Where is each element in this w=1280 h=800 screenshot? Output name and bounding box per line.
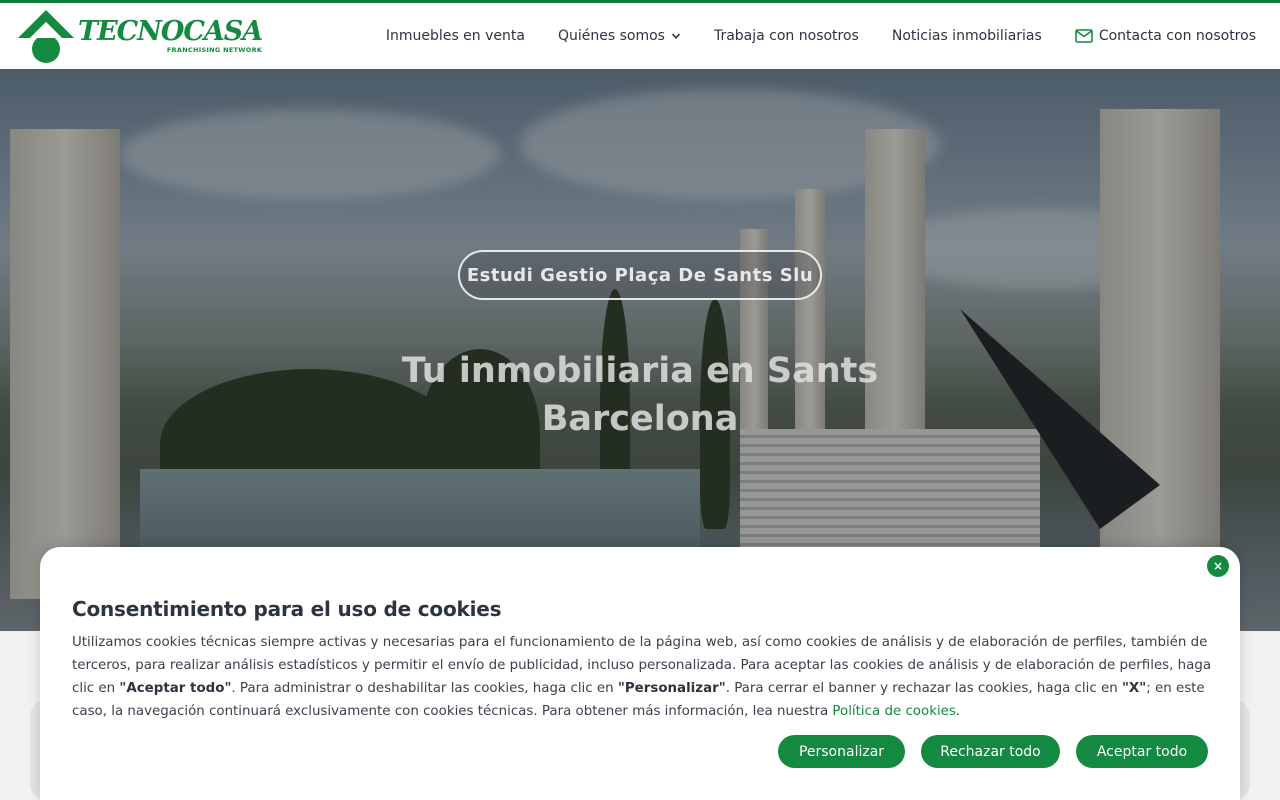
nav-label: Contacta con nosotros <box>1098 28 1256 44</box>
cookie-text: Utilizamos cookies técnicas siempre acti… <box>72 631 1212 723</box>
cookie-accept-quote: "Aceptar todo" <box>119 681 232 696</box>
hero-title-line1: Tu inmobiliaria en Sants <box>401 351 879 391</box>
cookie-text-end: . <box>955 704 961 719</box>
nav-label: Noticias inmobiliarias <box>891 28 1042 44</box>
tecnocasa-logo[interactable]: TECNOCASA FRANCHISING NETWORK <box>16 8 263 64</box>
hero-title: Tu inmobiliaria en Sants Barcelona <box>0 347 1280 443</box>
hero-title-line2: Barcelona <box>541 399 739 439</box>
cookie-policy-link[interactable]: Política de cookies <box>832 704 955 719</box>
logo-text: TECNOCASA FRANCHISING NETWORK <box>78 15 263 55</box>
personalizar-button[interactable]: Personalizar <box>778 735 905 768</box>
nav-quienes-somos[interactable]: Quiénes somos <box>558 28 681 44</box>
cookie-text-part: . Para cerrar el banner y rechazar las c… <box>725 681 1122 696</box>
site-header: TECNOCASA FRANCHISING NETWORK Inmuebles … <box>0 0 1280 69</box>
nav-inmuebles-en-venta[interactable]: Inmuebles en venta <box>386 28 525 44</box>
main-nav: Inmuebles en venta Quiénes somos Trabaja… <box>386 28 1256 44</box>
agency-name-badge: Estudi Gestio Plaça De Sants Slu <box>458 250 822 300</box>
nav-trabaja-con-nosotros[interactable]: Trabaja con nosotros <box>714 28 859 44</box>
aceptar-todo-button[interactable]: Aceptar todo <box>1076 735 1208 768</box>
close-icon[interactable]: × <box>1207 555 1229 577</box>
nav-label: Quiénes somos <box>557 28 665 44</box>
brand-name: TECNOCASA <box>78 15 263 47</box>
cookie-x-quote: "X" <box>1121 681 1147 696</box>
nav-contacta-con-nosotros[interactable]: Contacta con nosotros <box>1075 28 1256 44</box>
rechazar-todo-button[interactable]: Rechazar todo <box>921 735 1060 768</box>
nav-noticias-inmobiliarias[interactable]: Noticias inmobiliarias <box>892 28 1042 44</box>
house-logo-icon <box>18 10 74 63</box>
mail-icon <box>1075 29 1093 43</box>
cookie-text-part: . Para administrar o deshabilitar las co… <box>231 681 618 696</box>
nav-label: Inmuebles en venta <box>385 28 525 44</box>
cookie-title: Consentimiento para el uso de cookies <box>72 597 502 621</box>
nav-label: Trabaja con nosotros <box>713 28 859 44</box>
cookie-banner: × Consentimiento para el uso de cookies … <box>40 547 1240 800</box>
cookie-actions: Personalizar Rechazar todo Aceptar todo <box>778 735 1208 768</box>
brand-tagline: FRANCHISING NETWORK <box>166 45 263 54</box>
cookie-customize-quote: "Personalizar" <box>617 681 726 696</box>
chevron-down-icon <box>671 33 681 39</box>
